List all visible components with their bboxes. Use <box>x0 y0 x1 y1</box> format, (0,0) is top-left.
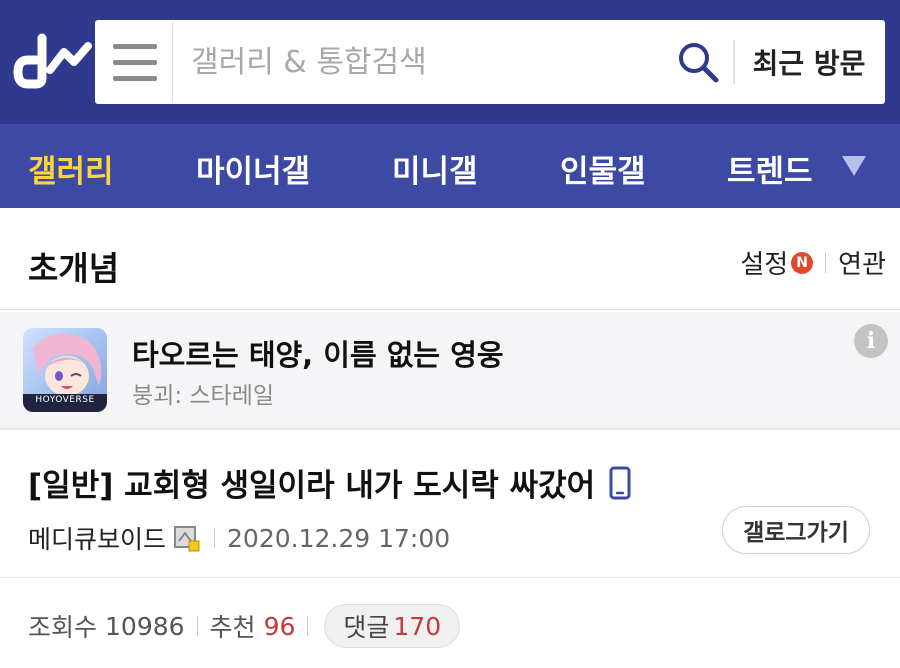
post-stats: 조회수 10986 추천 96 댓글 170 <box>28 604 461 648</box>
nav-item-gallery[interactable]: 갤러리 <box>28 146 114 191</box>
gallery-links: 설정 N 연관 <box>740 244 886 281</box>
related-link[interactable]: 연관 <box>838 244 886 281</box>
gallery-title[interactable]: 초개념 <box>28 242 119 290</box>
settings-link[interactable]: 설정 <box>740 244 788 281</box>
mobile-icon <box>609 466 631 499</box>
recent-visits-button[interactable]: 최근 방문 <box>735 42 883 82</box>
ad-title[interactable]: 타오르는 태양, 이름 없는 영웅 <box>132 332 504 374</box>
menu-icon[interactable] <box>97 22 173 102</box>
new-badge: N <box>791 251 814 274</box>
comments-count: 170 <box>393 611 442 641</box>
comments-button[interactable]: 댓글 170 <box>324 604 461 648</box>
comments-label: 댓글 <box>343 613 390 642</box>
dc-logo[interactable] <box>12 30 92 90</box>
gallog-button[interactable]: 갤로그가기 <box>722 506 870 554</box>
fixed-nick-icon <box>174 526 200 552</box>
post-header: [일반] 교회형 생일이라 내가 도시락 싸갔어 메디큐보이드 2020.12.… <box>0 432 900 578</box>
post-meta: 메디큐보이드 2020.12.29 17:00 <box>28 520 450 556</box>
nav-item-trend[interactable]: 트렌드 <box>727 146 813 191</box>
views-count: 10986 <box>105 611 185 641</box>
post-title: [일반] 교회형 생일이라 내가 도시락 싸갔어 <box>28 460 631 505</box>
stats-separator <box>196 616 198 636</box>
stats-separator <box>307 616 309 636</box>
ad-banner[interactable]: HOYOVERSE 타오르는 태양, 이름 없는 영웅 붕괴: 스타레일 i <box>0 312 900 430</box>
recommend-count: 96 <box>263 611 296 641</box>
game-thumbnail: HOYOVERSE <box>23 328 107 412</box>
link-separator <box>825 252 827 273</box>
nav-item-mini-gallery[interactable]: 미니갤 <box>392 146 478 191</box>
views-label: 조회수 <box>28 613 98 642</box>
nav-item-minor-gallery[interactable]: 마이너갤 <box>196 146 310 191</box>
author-name[interactable]: 메디큐보이드 <box>28 520 166 556</box>
search-icon[interactable] <box>663 22 733 102</box>
gallery-header: 초개념 설정 N 연관 <box>0 208 900 310</box>
app-header: 최근 방문 <box>0 0 900 124</box>
thumb-brand-label: HOYOVERSE <box>35 395 95 405</box>
info-icon[interactable]: i <box>854 324 888 358</box>
main-nav: 갤러리 마이너갤 미니갤 인물갤 트렌드 <box>0 124 900 208</box>
nav-item-person-gallery[interactable]: 인물갤 <box>560 146 646 191</box>
search-bar: 최근 방문 <box>95 20 885 104</box>
post-date: 2020.12.29 17:00 <box>227 523 451 553</box>
triangle-down-icon[interactable] <box>840 154 868 178</box>
meta-separator <box>214 528 216 548</box>
ad-subtitle: 붕괴: 스타레일 <box>132 383 275 409</box>
search-input[interactable] <box>173 22 663 102</box>
recommend-label: 추천 <box>209 613 256 642</box>
post-title-text: [일반] 교회형 생일이라 내가 도시락 싸갔어 <box>28 468 596 504</box>
